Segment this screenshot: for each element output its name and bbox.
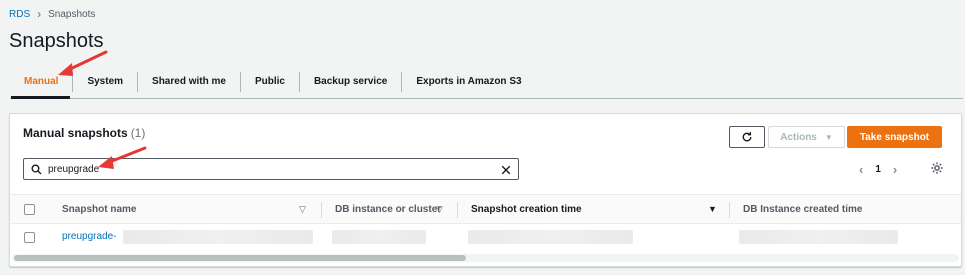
caret-down-icon: ▼ bbox=[824, 132, 833, 142]
refresh-icon bbox=[742, 132, 752, 142]
tab-bar: Manual System Shared with me Public Back… bbox=[12, 66, 536, 98]
tab-exports-in-s3[interactable]: Exports in Amazon S3 bbox=[402, 72, 535, 92]
column-header-snapshot-creation-time[interactable]: Snapshot creation time bbox=[471, 195, 582, 225]
redacted-db-instance bbox=[332, 230, 426, 244]
search-input[interactable] bbox=[48, 163, 488, 175]
breadcrumb-current: Snapshots bbox=[48, 8, 96, 20]
panel-title: Manual snapshots (1) bbox=[23, 126, 145, 140]
tab-shared-with-me[interactable]: Shared with me bbox=[138, 72, 240, 92]
manual-snapshots-panel: Manual snapshots (1) Actions ▼ Take snaps… bbox=[9, 113, 962, 267]
redacted-snapshot-name bbox=[123, 230, 313, 244]
breadcrumb-rds-link[interactable]: RDS bbox=[9, 9, 30, 20]
sort-icon[interactable]: ▽ bbox=[299, 204, 306, 215]
sort-icon[interactable]: ▽ bbox=[436, 204, 443, 215]
tab-backup-service[interactable]: Backup service bbox=[300, 72, 401, 92]
tabs-divider-line bbox=[10, 98, 963, 99]
active-tab-indicator bbox=[11, 96, 70, 99]
column-header-db-instance[interactable]: DB instance or cluster bbox=[335, 195, 441, 225]
refresh-button[interactable] bbox=[729, 126, 765, 148]
panel-title-text: Manual snapshots bbox=[23, 126, 128, 140]
pagination: ‹ 1 › bbox=[859, 159, 897, 179]
snapshot-count: (1) bbox=[130, 126, 146, 140]
select-all-checkbox[interactable] bbox=[24, 204, 35, 215]
gear-icon[interactable] bbox=[930, 161, 944, 175]
search-icon bbox=[31, 163, 43, 175]
chevron-right-icon: › bbox=[37, 7, 42, 21]
actions-dropdown-button[interactable]: Actions ▼ bbox=[768, 126, 845, 148]
next-page-icon[interactable]: › bbox=[893, 163, 897, 176]
tab-system[interactable]: System bbox=[73, 72, 137, 92]
actions-label: Actions bbox=[780, 131, 817, 143]
page-number[interactable]: 1 bbox=[875, 164, 881, 175]
column-divider bbox=[457, 202, 458, 218]
take-snapshot-button[interactable]: Take snapshot bbox=[847, 126, 942, 148]
column-header-db-instance-created-time[interactable]: DB Instance created time bbox=[743, 195, 863, 225]
breadcrumb: RDS › Snapshots bbox=[9, 8, 95, 20]
snapshot-name-link[interactable]: preupgrade- bbox=[62, 231, 116, 242]
previous-page-icon[interactable]: ‹ bbox=[859, 163, 863, 176]
horizontal-scrollbar-thumb[interactable] bbox=[14, 255, 466, 261]
row-select-checkbox[interactable] bbox=[24, 232, 35, 243]
page-title: Snapshots bbox=[9, 30, 104, 52]
column-header-snapshot-name[interactable]: Snapshot name bbox=[62, 195, 136, 225]
table-header: Snapshot name ▽ DB instance or cluster ▽… bbox=[10, 194, 961, 225]
tab-manual[interactable]: Manual bbox=[12, 72, 72, 92]
table-row: preupgrade- bbox=[10, 224, 961, 252]
column-divider bbox=[321, 202, 322, 218]
column-divider bbox=[729, 202, 730, 218]
redacted-creation-time bbox=[468, 230, 633, 244]
sort-descending-icon[interactable]: ▼ bbox=[708, 204, 717, 214]
clear-search-icon[interactable] bbox=[500, 163, 512, 175]
search-field[interactable] bbox=[23, 158, 519, 180]
tab-public[interactable]: Public bbox=[241, 72, 299, 92]
redacted-instance-created-time bbox=[739, 230, 898, 244]
